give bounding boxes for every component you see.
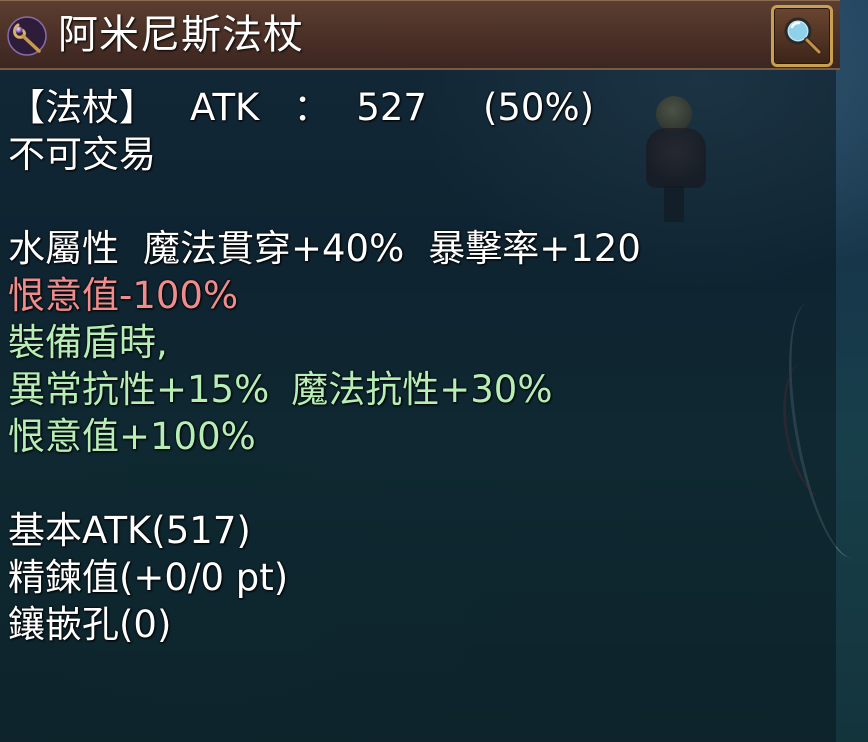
stat-effects-line: 水屬性 魔法貫穿+40% 暴擊率+120	[8, 225, 828, 272]
tooltip-body: 【法杖】 ATK ： 527 (50%) 不可交易 水屬性 魔法貫穿+40% 暴擊率+120…	[8, 84, 828, 648]
magic-resist: 魔法抗性+30%	[291, 368, 553, 411]
atk-separator: ：	[293, 86, 331, 129]
atk-value: 527	[356, 86, 427, 129]
hate-down-effect: 恨意值-100%	[8, 274, 239, 317]
shield-condition: 裝備盾時,	[8, 321, 168, 364]
weapon-type: 【法杖】	[8, 86, 156, 129]
crit-rate: 暴擊率+120	[428, 227, 641, 270]
item-tooltip: 阿米尼斯法杖 【法杖】 ATK ： 527 (50%) 不可交易 水屬性 魔法貫穿+40%…	[0, 0, 840, 742]
socket-slots: 鑲嵌孔(0)	[8, 603, 172, 646]
staff-icon	[6, 15, 48, 57]
trade-status: 不可交易	[8, 133, 156, 176]
element-attribute: 水屬性	[8, 227, 119, 270]
atk-label: ATK	[190, 86, 260, 129]
magic-pierce: 魔法貫穿+40%	[143, 227, 405, 270]
item-name: 阿米尼斯法杖	[58, 12, 304, 58]
weapon-atk-line: 【法杖】 ATK ： 527 (50%)	[8, 84, 828, 131]
refine-value: 精鍊值(+0/0 pt)	[8, 556, 289, 599]
shield-resist-line: 異常抗性+15% 魔法抗性+30%	[8, 366, 828, 413]
base-atk: 基本ATK(517)	[8, 509, 251, 552]
atk-percent: (50%)	[482, 86, 595, 129]
ailment-resist: 異常抗性+15%	[8, 368, 270, 411]
tooltip-title-bar: 阿米尼斯法杖	[0, 0, 840, 70]
hate-up-effect: 恨意值+100%	[8, 415, 256, 458]
magnifier-icon	[784, 17, 822, 55]
inspect-button[interactable]	[771, 5, 833, 67]
